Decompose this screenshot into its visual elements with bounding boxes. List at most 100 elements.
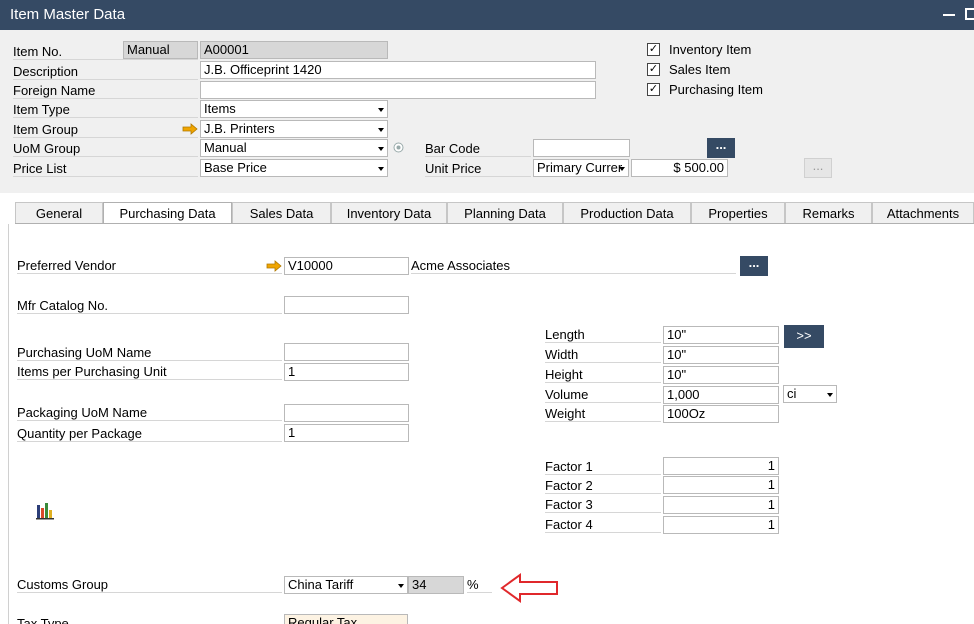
- item-no-field[interactable]: A00001: [200, 41, 388, 59]
- foreign-name-field[interactable]: [200, 81, 596, 99]
- customs-group-select[interactable]: China Tariff: [284, 576, 408, 594]
- title-bar: Item Master Data: [0, 0, 974, 30]
- chart-icon[interactable]: [36, 502, 54, 520]
- chevron-down-icon: [378, 108, 384, 112]
- purchasing-item-label: Purchasing Item: [669, 82, 763, 97]
- volume-unit-value: ci: [787, 386, 797, 401]
- unit-price-browse-button[interactable]: ...: [804, 158, 832, 178]
- price-list-label: Price List: [13, 161, 198, 177]
- item-type-value: Items: [204, 101, 236, 116]
- chevron-down-icon: [827, 393, 833, 397]
- factor-4-label: Factor 4: [545, 517, 661, 533]
- bar-code-field[interactable]: [533, 139, 630, 157]
- uom-group-select[interactable]: Manual: [200, 139, 388, 157]
- uom-group-label: UoM Group: [13, 141, 198, 157]
- percent-sign: %: [467, 577, 492, 593]
- sales-item-checkbox[interactable]: ✓: [647, 63, 660, 76]
- price-list-select[interactable]: Base Price: [200, 159, 388, 177]
- price-list-value: Base Price: [204, 160, 267, 175]
- factor-3-field[interactable]: 1: [663, 496, 779, 514]
- customs-group-value: China Tariff: [288, 577, 354, 592]
- item-type-select[interactable]: Items: [200, 100, 388, 118]
- preferred-vendor-label: Preferred Vendor: [17, 258, 282, 274]
- volume-field[interactable]: 1,000: [663, 386, 779, 404]
- pkg-uom-name-label: Packaging UoM Name: [17, 405, 282, 421]
- window-title: Item Master Data: [10, 6, 126, 23]
- maximize-icon[interactable]: [965, 8, 974, 20]
- info-icon[interactable]: [393, 142, 404, 153]
- chevron-down-icon: [398, 584, 404, 588]
- vendor-browse-button[interactable]: ...: [740, 256, 768, 276]
- width-field[interactable]: 10": [663, 346, 779, 364]
- bar-code-browse-button[interactable]: ...: [707, 138, 735, 158]
- item-group-value: J.B. Printers: [204, 121, 275, 136]
- item-group-select[interactable]: J.B. Printers: [200, 120, 388, 138]
- qty-per-pkg-field[interactable]: 1: [284, 424, 409, 442]
- length-label: Length: [545, 327, 661, 343]
- tab-general[interactable]: General: [15, 202, 103, 224]
- width-label: Width: [545, 347, 661, 363]
- purch-uom-name-field[interactable]: [284, 343, 409, 361]
- item-no-series-select[interactable]: Manual: [123, 41, 198, 59]
- weight-label: Weight: [545, 406, 661, 422]
- tab-planning-data[interactable]: Planning Data: [447, 202, 563, 224]
- volume-unit-select[interactable]: ci: [783, 385, 837, 403]
- vendor-name: Acme Associates: [411, 258, 736, 274]
- purch-uom-name-label: Purchasing UoM Name: [17, 345, 282, 361]
- currency-select[interactable]: Primary Currer: [533, 159, 629, 177]
- chevron-down-icon: [378, 128, 384, 132]
- item-type-label: Item Type: [13, 102, 198, 118]
- uom-group-value: Manual: [204, 140, 247, 155]
- purchasing-data-panel: [8, 224, 974, 624]
- link-arrow-icon[interactable]: [266, 260, 282, 272]
- link-arrow-icon[interactable]: [182, 123, 198, 135]
- chevron-down-icon: [378, 167, 384, 171]
- factor-1-field[interactable]: 1: [663, 457, 779, 475]
- tab-attachments[interactable]: Attachments: [872, 202, 974, 224]
- preferred-vendor-field[interactable]: V10000: [284, 257, 409, 275]
- sales-item-label: Sales Item: [669, 62, 731, 77]
- tab-inventory-data[interactable]: Inventory Data: [331, 202, 447, 224]
- pkg-uom-name-field[interactable]: [284, 404, 409, 422]
- factor-4-field[interactable]: 1: [663, 516, 779, 534]
- inventory-item-checkbox[interactable]: ✓: [647, 43, 660, 56]
- unit-price-label: Unit Price: [425, 161, 531, 177]
- chevron-down-icon: [619, 167, 625, 171]
- tab-properties[interactable]: Properties: [691, 202, 785, 224]
- bar-code-label: Bar Code: [425, 141, 531, 157]
- unit-price-field[interactable]: $ 500.00: [631, 159, 728, 177]
- mfr-catalog-field[interactable]: [284, 296, 409, 314]
- height-field[interactable]: 10": [663, 366, 779, 384]
- tab-sales-data[interactable]: Sales Data: [232, 202, 331, 224]
- red-arrow-icon: [500, 573, 558, 603]
- item-group-label: Item Group: [13, 122, 198, 138]
- items-per-unit-field[interactable]: 1: [284, 363, 409, 381]
- tax-type-label: Tax Type: [17, 616, 69, 624]
- items-per-unit-label: Items per Purchasing Unit: [17, 364, 282, 380]
- qty-per-pkg-label: Quantity per Package: [17, 426, 282, 442]
- purchasing-item-checkbox[interactable]: ✓: [647, 83, 660, 96]
- description-label: Description: [13, 64, 198, 80]
- inventory-item-label: Inventory Item: [669, 42, 752, 57]
- mfr-catalog-label: Mfr Catalog No.: [17, 298, 282, 314]
- factor-2-label: Factor 2: [545, 478, 661, 494]
- description-field[interactable]: J.B. Officeprint 1420: [200, 61, 596, 79]
- factor-2-field[interactable]: 1: [663, 476, 779, 494]
- customs-group-label: Customs Group: [17, 577, 282, 593]
- currency-value: Primary Currer: [537, 160, 623, 175]
- factor-3-label: Factor 3: [545, 497, 661, 513]
- weight-field[interactable]: 100Oz: [663, 405, 779, 423]
- minimize-icon[interactable]: [943, 14, 955, 16]
- tab-bar: General Purchasing Data Sales Data Inven…: [15, 202, 974, 226]
- factor-1-label: Factor 1: [545, 459, 661, 475]
- foreign-name-label: Foreign Name: [13, 83, 198, 99]
- height-label: Height: [545, 367, 661, 383]
- tab-remarks[interactable]: Remarks: [785, 202, 872, 224]
- expand-dimensions-button[interactable]: >>: [784, 325, 824, 348]
- tab-production-data[interactable]: Production Data: [563, 202, 691, 224]
- length-field[interactable]: 10": [663, 326, 779, 344]
- tax-type-select[interactable]: Regular Tax: [284, 614, 408, 624]
- volume-label: Volume: [545, 387, 661, 403]
- chevron-down-icon: [378, 147, 384, 151]
- customs-rate-field: 34: [408, 576, 464, 594]
